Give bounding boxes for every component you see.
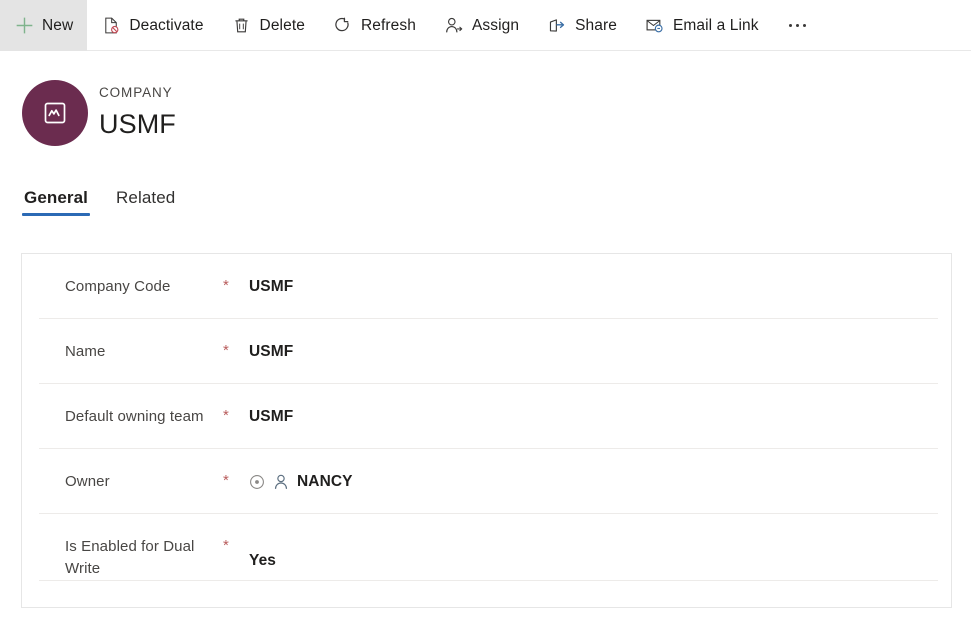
field-value-text: USMF xyxy=(249,408,294,425)
record-header: COMPANY USMF xyxy=(0,51,971,181)
assign-person-icon xyxy=(444,16,464,36)
field-value-text: NANCY xyxy=(297,473,353,490)
share-button-label: Share xyxy=(575,16,617,34)
app-root: New Deactivate Delete Refresh Assign Sha… xyxy=(0,0,971,624)
delete-button[interactable]: Delete xyxy=(218,0,319,51)
tab-related-label: Related xyxy=(116,188,176,207)
field-value-owner[interactable]: NANCY xyxy=(249,471,938,493)
required-marker: * xyxy=(223,472,229,489)
record-entity-name: COMPANY xyxy=(99,85,173,100)
field-label-owner: Owner xyxy=(65,473,110,490)
field-row-name: Name * USMF xyxy=(39,319,938,384)
field-row-owner: Owner * NANCY xyxy=(39,449,938,514)
deactivate-page-icon xyxy=(101,16,121,36)
new-button[interactable]: New xyxy=(0,0,88,51)
email-a-link-button[interactable]: Email a Link xyxy=(631,0,773,51)
email-link-icon xyxy=(645,16,665,36)
tab-general[interactable]: General xyxy=(22,186,91,218)
field-value-default-owning-team[interactable]: USMF xyxy=(249,406,938,428)
field-label-name: Name xyxy=(65,343,106,360)
assign-button[interactable]: Assign xyxy=(430,0,533,51)
field-value-name[interactable]: USMF xyxy=(249,341,938,363)
field-value-text: Yes xyxy=(249,552,277,569)
refresh-button[interactable]: Refresh xyxy=(319,0,430,51)
required-marker: * xyxy=(223,407,229,424)
refresh-button-label: Refresh xyxy=(360,16,416,34)
field-value-text: USMF xyxy=(249,343,294,360)
deactivate-button[interactable]: Deactivate xyxy=(87,0,217,51)
command-bar: New Deactivate Delete Refresh Assign Sha… xyxy=(0,0,971,51)
form-field-list: Company Code * USMF Name * USMF Default … xyxy=(39,254,938,581)
email-a-link-button-label: Email a Link xyxy=(672,16,759,34)
avatar xyxy=(22,80,88,146)
field-row-company-code: Company Code * USMF xyxy=(39,254,938,319)
record-status-icon xyxy=(249,474,265,490)
more-commands-button[interactable] xyxy=(773,0,823,51)
trash-icon xyxy=(232,16,252,36)
field-value-is-enabled-for-dual-write[interactable]: Yes xyxy=(249,536,938,572)
assign-button-label: Assign xyxy=(471,16,520,34)
required-marker: * xyxy=(223,342,229,359)
share-arrow-icon xyxy=(547,16,567,36)
share-button[interactable]: Share xyxy=(533,0,631,51)
field-row-default-owning-team: Default owning team * USMF xyxy=(39,384,938,449)
required-marker: * xyxy=(223,537,229,554)
field-label-company-code: Company Code xyxy=(65,278,171,295)
plus-icon xyxy=(14,16,34,36)
field-row-is-enabled-for-dual-write: Is Enabled for Dual Write * Yes xyxy=(39,514,938,581)
field-label-is-enabled-for-dual-write: Is Enabled for Dual Write xyxy=(65,538,195,577)
user-person-icon xyxy=(272,473,290,491)
company-entity-icon xyxy=(42,100,68,126)
more-commands-icon xyxy=(788,23,807,28)
field-value-company-code[interactable]: USMF xyxy=(249,276,938,298)
new-button-label: New xyxy=(42,16,74,34)
record-meta: COMPANY USMF xyxy=(99,84,176,140)
general-form-card: Company Code * USMF Name * USMF Default … xyxy=(21,253,952,608)
tab-general-label: General xyxy=(24,188,89,207)
refresh-icon xyxy=(333,16,353,36)
field-value-text: USMF xyxy=(249,278,294,295)
tab-strip: General Related xyxy=(0,186,971,231)
field-label-default-owning-team: Default owning team xyxy=(65,408,204,425)
tab-related[interactable]: Related xyxy=(114,186,177,218)
required-marker: * xyxy=(223,277,229,294)
deactivate-button-label: Deactivate xyxy=(129,16,204,34)
page-title: USMF xyxy=(99,109,176,139)
delete-button-label: Delete xyxy=(259,16,305,34)
